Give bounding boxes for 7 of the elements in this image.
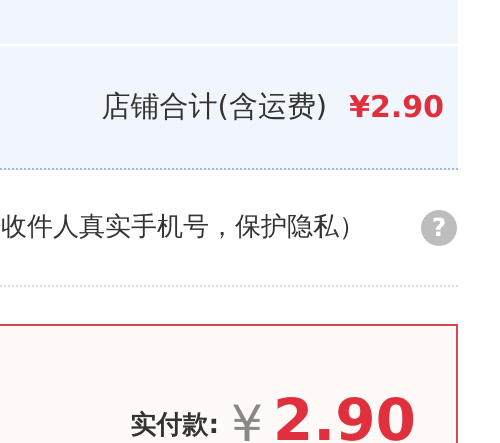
help-icon[interactable]: ? xyxy=(421,210,457,246)
currency-symbol: ¥ xyxy=(231,399,263,443)
payment-label: 实付款: xyxy=(130,409,220,442)
shop-total-label: 店铺合计(含运费) xyxy=(101,88,328,126)
shop-total-amount: ¥2.90 xyxy=(349,88,444,126)
privacy-note: 收件人真实手机号，保护隐私） xyxy=(1,211,365,244)
payment-amount: 2.90 xyxy=(272,391,416,443)
